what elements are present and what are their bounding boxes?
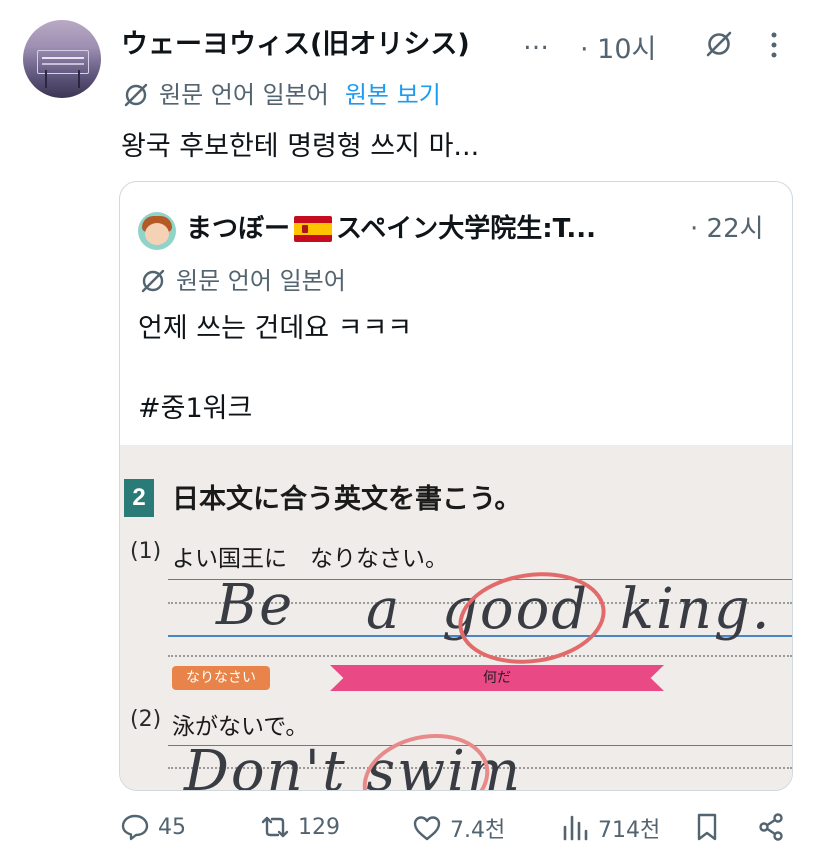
share-icon[interactable] bbox=[756, 812, 786, 842]
spain-flag-icon bbox=[294, 216, 333, 242]
reply-icon bbox=[121, 814, 149, 841]
quoted-translation-note: 원문 언어 일본어 bbox=[176, 267, 346, 295]
handwritten-word: a bbox=[366, 577, 402, 642]
worksheet-title: 日本文に合う英文を書こう。 bbox=[172, 484, 522, 515]
question-1-text: よい国王に なりなさい。 bbox=[172, 546, 448, 572]
hint-badge: なりなさい bbox=[172, 666, 270, 690]
reply-button[interactable]: 45 bbox=[120, 812, 186, 842]
more-options-icon[interactable] bbox=[768, 30, 780, 60]
quoted-author-avatar[interactable] bbox=[138, 212, 176, 250]
grok-icon[interactable] bbox=[705, 30, 733, 58]
question-1-label: (1) bbox=[130, 539, 162, 564]
repost-count: 129 bbox=[298, 814, 340, 840]
quoted-author-name[interactable]: まつぼー スペイン大学院生:T... bbox=[186, 212, 596, 246]
tweet-time[interactable]: · 10시 bbox=[580, 27, 656, 66]
avatar-post-graphic bbox=[45, 70, 47, 88]
author-avatar[interactable] bbox=[23, 20, 101, 98]
quoted-tweet-hashtag[interactable]: #중1워크 bbox=[138, 390, 252, 428]
tweet-text: 왕국 후보한테 명령형 쓰지 마... bbox=[121, 131, 480, 162]
author-name[interactable]: ウェーヨウィス(旧オリシス) bbox=[121, 28, 470, 62]
avatar-post-graphic bbox=[78, 70, 80, 88]
translate-icon bbox=[141, 269, 165, 293]
quoted-tweet-time[interactable]: · 22시 bbox=[690, 212, 764, 246]
action-bar: 45 129 7.4천 714천 bbox=[120, 808, 790, 852]
writing-line-dotted bbox=[168, 655, 792, 657]
quoted-tweet-card[interactable]: まつぼー スペイン大学院生:T... · 22시 원문 언어 일본어 언제 쓰는… bbox=[119, 181, 793, 791]
question-2-label: (2) bbox=[130, 707, 162, 732]
translation-note: 원문 언어 일본어 bbox=[159, 81, 329, 109]
ribbon-label: 何だ bbox=[483, 670, 511, 686]
repost-icon bbox=[261, 816, 289, 838]
reply-count: 45 bbox=[158, 814, 186, 840]
views-button[interactable]: 714천 bbox=[560, 812, 660, 844]
avatar-face-graphic bbox=[145, 223, 169, 245]
like-button[interactable]: 7.4천 bbox=[412, 812, 505, 844]
question-2-text: 泳がないで。 bbox=[172, 714, 309, 740]
heart-icon bbox=[413, 816, 441, 841]
quoted-author-name-suffix: スペイン大学院生:T... bbox=[336, 214, 597, 244]
handwritten-word: Be bbox=[216, 573, 295, 638]
show-original-link[interactable]: 원본 보기 bbox=[345, 78, 441, 112]
translate-icon bbox=[124, 83, 148, 107]
handwritten-word: king. bbox=[620, 577, 772, 642]
author-name-ellipsis: … bbox=[523, 26, 549, 56]
views-chart-icon bbox=[563, 815, 588, 841]
repost-button[interactable]: 129 bbox=[260, 812, 340, 842]
view-count: 714천 bbox=[598, 818, 661, 843]
quoted-translation-row: 원문 언어 일본어 bbox=[138, 264, 346, 298]
worksheet-photo[interactable]: 2 日本文に合う英文を書こう。 (1) よい国王に なりなさい。 Be a go… bbox=[120, 445, 792, 790]
quoted-author-name-prefix: まつぼー bbox=[186, 214, 291, 244]
like-count: 7.4천 bbox=[450, 818, 506, 843]
red-correction-circle bbox=[354, 722, 498, 790]
translation-row: 원문 언어 일본어 원본 보기 bbox=[121, 78, 441, 112]
exercise-number: 2 bbox=[124, 479, 154, 517]
quoted-tweet-text: 언제 쓰는 건데요 ㅋㅋㅋ bbox=[138, 313, 413, 344]
bookmark-icon[interactable] bbox=[692, 812, 722, 842]
